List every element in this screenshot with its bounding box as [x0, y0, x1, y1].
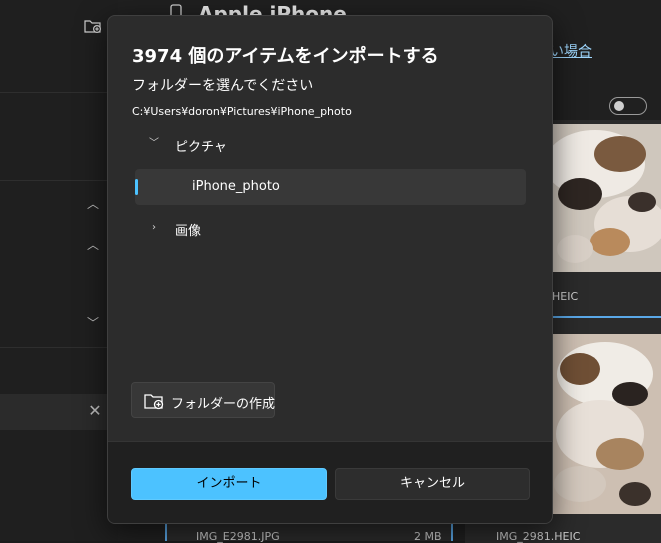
selection-indicator [135, 179, 138, 195]
new-folder-icon[interactable] [84, 18, 102, 34]
sidebar-divider [0, 347, 118, 348]
chevron-down-icon[interactable]: ﹀ [147, 137, 161, 151]
tree-item-iphone-photo[interactable]: iPhone_photo [135, 169, 526, 205]
toggle-knob [614, 101, 624, 111]
import-button[interactable]: インポート [131, 468, 327, 500]
chevron-right-icon[interactable]: › [147, 221, 161, 235]
dialog-footer: インポート キャンセル [108, 441, 552, 523]
file-size: 2 MB [414, 530, 442, 543]
dialog-title: 3974 個のアイテムをインポートする [132, 46, 439, 67]
sidebar-divider [0, 92, 118, 93]
photo-thumbnail [550, 334, 661, 514]
photo-thumbnail [550, 124, 661, 272]
dialog-subtitle: フォルダーを選んでください [132, 78, 314, 94]
chevron-up-icon[interactable]: ︿ [84, 195, 102, 213]
cancel-button[interactable]: キャンセル [335, 468, 530, 500]
new-folder-button[interactable]: フォルダーの作成 [131, 382, 275, 418]
file-name: IMG_E2981.JPG [196, 530, 280, 543]
selected-path: C:¥Users¥doron¥Pictures¥iPhone_photo [132, 105, 352, 118]
sidebar-panel [0, 0, 118, 541]
help-link[interactable]: い場合 [550, 41, 592, 61]
chevron-down-icon[interactable]: ﹀ [84, 314, 102, 332]
tree-item-label: iPhone_photo [192, 179, 280, 194]
tree-item-label: 画像 [175, 224, 202, 239]
file-name: IMG_2981.HEIC [496, 530, 581, 543]
close-icon[interactable]: ✕ [86, 402, 104, 420]
sidebar-divider [0, 180, 118, 181]
chevron-up-icon[interactable]: ︿ [84, 236, 102, 254]
new-folder-label: フォルダーの作成 [171, 397, 276, 412]
tree-item-label: ピクチャ [175, 140, 227, 155]
tree-item-images[interactable]: › 画像 [135, 210, 526, 246]
new-folder-icon [144, 394, 164, 410]
import-dialog: 3974 個のアイテムをインポートする フォルダーを選んでください C:¥Use… [107, 15, 553, 524]
file-name: HEIC [552, 290, 579, 303]
tree-item-pictures[interactable]: ﹀ ピクチャ [135, 126, 526, 162]
